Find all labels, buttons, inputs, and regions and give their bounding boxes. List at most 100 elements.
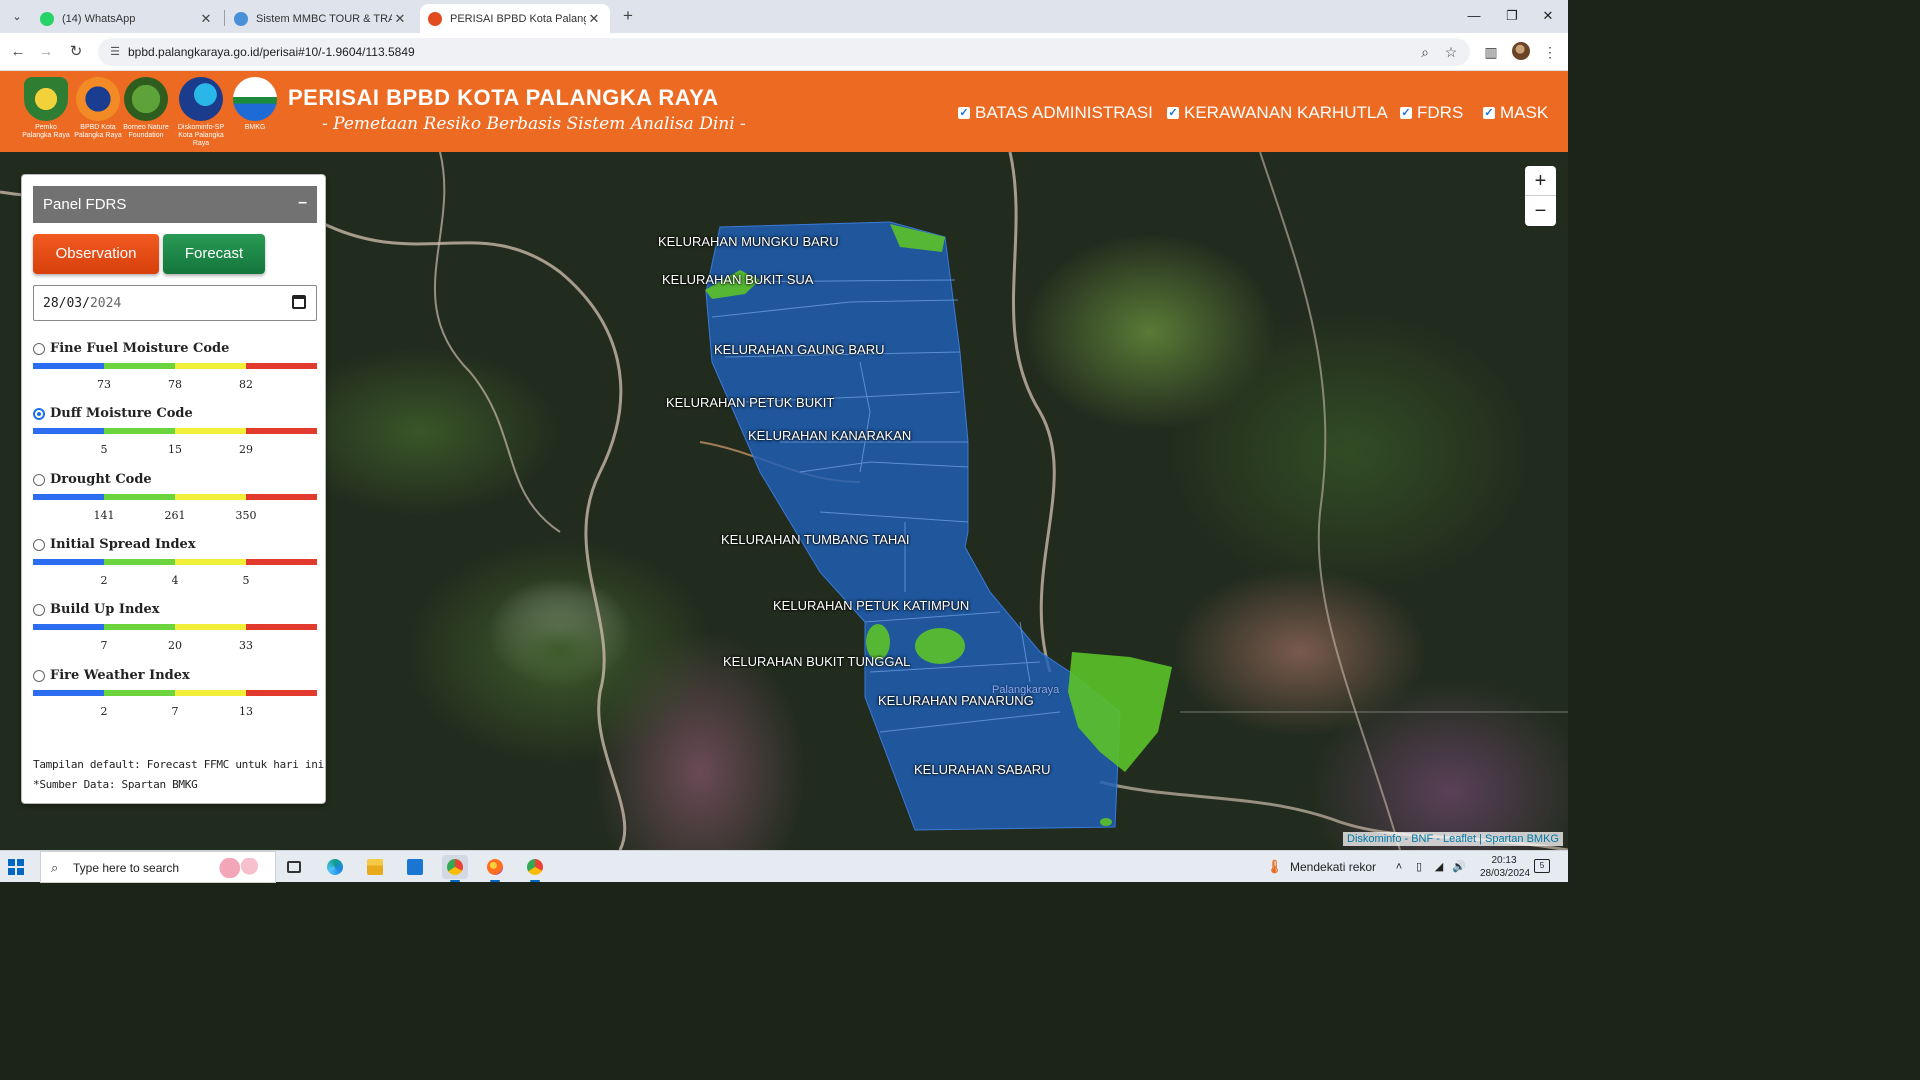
index-option[interactable]: Duff Moisture Code 5 15 29	[33, 406, 317, 464]
url-input[interactable]: ☰ bpbd.palangkaraya.go.id/perisai#10/-1.…	[98, 38, 1470, 66]
calendar-icon[interactable]	[292, 295, 306, 309]
restore-icon[interactable]: ❐	[1494, 6, 1530, 26]
threshold-value: 5	[242, 573, 250, 587]
search-placeholder: Type here to search	[73, 861, 180, 875]
radio-selected-icon[interactable]	[33, 408, 45, 421]
town-label: Palangkaraya	[992, 684, 1060, 696]
mail-icon[interactable]	[402, 855, 428, 879]
threshold-value: 5	[100, 443, 108, 457]
tab-whatsapp[interactable]: (14) WhatsApp ✕	[32, 4, 222, 33]
chrome-icon[interactable]	[442, 855, 468, 882]
scale-thresholds: 5 15 29	[33, 443, 317, 457]
attribution-link-bnf[interactable]: BNF	[1411, 833, 1433, 845]
index-option[interactable]: Initial Spread Index 2 4 5	[33, 537, 317, 595]
radio-icon[interactable]	[33, 473, 45, 486]
layer-toggle-batas-administrasi[interactable]: ✓ BATAS ADMINISTRASI	[958, 103, 1153, 123]
kelurahan-label: KELURAHAN SABARU	[914, 762, 1051, 777]
tab-mmbc[interactable]: Sistem MMBC TOUR & TRAVEL ✕	[226, 4, 416, 33]
river-line	[433, 152, 561, 533]
profile-avatar[interactable]	[1512, 42, 1530, 60]
checkbox-checked-icon[interactable]: ✓	[958, 107, 970, 119]
tab-title: (14) WhatsApp	[62, 12, 136, 25]
panel-header: Panel FDRS –	[33, 186, 317, 223]
radio-icon[interactable]	[33, 669, 45, 682]
index-option[interactable]: Fine Fuel Moisture Code 73 78 82	[33, 341, 317, 399]
back-arrow-icon[interactable]: ←	[8, 42, 28, 62]
minimize-icon[interactable]: —	[1456, 6, 1492, 26]
checkbox-checked-icon[interactable]: ✓	[1167, 107, 1179, 119]
address-bar-row: ← → ↻ ☰ bpbd.palangkaraya.go.id/perisai#…	[0, 33, 1568, 71]
threshold-value: 7	[100, 639, 108, 653]
tab-search-chevron-icon[interactable]: ⌄	[8, 8, 26, 26]
zoom-magnifier-icon[interactable]: ⌕	[1416, 43, 1434, 61]
index-name: Duff Moisture Code	[50, 406, 193, 422]
menu-dots-icon[interactable]: ⋮	[1540, 42, 1560, 62]
collapse-minus-icon[interactable]: –	[298, 194, 307, 212]
threshold-value: 29	[239, 443, 253, 457]
task-view-icon[interactable]	[282, 855, 308, 879]
date-value: 28/03/2024	[43, 296, 122, 311]
layer-toggle-kerawanan-karhutla[interactable]: ✓ KERAWANAN KARHUTLA	[1167, 103, 1388, 123]
threshold-value: 4	[171, 573, 179, 587]
date-input[interactable]: 28/03/2024	[33, 285, 317, 321]
file-explorer-icon[interactable]	[362, 855, 388, 879]
taskbar-search-input[interactable]: ⌕ Type here to search	[40, 851, 276, 883]
layer-toggle-mask[interactable]: ✓ MASK	[1483, 103, 1548, 123]
bookmark-star-icon[interactable]: ☆	[1442, 43, 1460, 61]
notification-icon[interactable]: 5	[1534, 859, 1550, 873]
administrative-region[interactable]	[705, 221, 1121, 831]
device-icon[interactable]: ▯	[1411, 859, 1427, 875]
edge-browser-icon[interactable]	[322, 855, 348, 879]
browser-tab-bar: ⌄ (14) WhatsApp ✕ Sistem MMBC TOUR & TRA…	[0, 0, 1568, 33]
index-option[interactable]: Build Up Index 7 20 33	[33, 602, 317, 660]
close-icon[interactable]: ✕	[586, 11, 602, 27]
radio-icon[interactable]	[33, 538, 45, 551]
attribution-link-leaflet[interactable]: Leaflet	[1443, 833, 1476, 845]
window-close-icon[interactable]: ✕	[1530, 6, 1566, 26]
chrome-profile-icon[interactable]	[522, 855, 548, 882]
windows-start-icon[interactable]	[8, 859, 24, 875]
threshold-value: 13	[239, 704, 253, 718]
chevron-up-icon[interactable]: ˄	[1391, 859, 1407, 875]
weather-widget[interactable]: 🌡 Mendekati rekor	[1266, 860, 1376, 875]
system-clock[interactable]: 20:13 28/03/2024	[1480, 854, 1530, 880]
layer-toggle-fdrs[interactable]: ✓ FDRS	[1400, 103, 1463, 123]
radio-icon[interactable]	[33, 343, 45, 355]
url-text: bpbd.palangkaraya.go.id/perisai#10/-1.96…	[128, 45, 415, 59]
radio-icon[interactable]	[33, 604, 45, 617]
fdrs-panel: Panel FDRS – Observation Forecast 28/03/…	[21, 174, 326, 804]
scale-segment	[175, 493, 246, 500]
observation-button[interactable]: Observation	[33, 234, 159, 274]
scale-segment	[104, 558, 175, 565]
zoom-out-button[interactable]: −	[1525, 196, 1556, 226]
index-option[interactable]: Drought Code 141 261 350	[33, 472, 317, 530]
forecast-button[interactable]: Forecast	[163, 234, 265, 274]
side-panel-icon[interactable]: ▥	[1481, 42, 1501, 62]
kelurahan-label: KELURAHAN BUKIT SUA	[662, 272, 814, 287]
checkbox-checked-icon[interactable]: ✓	[1400, 107, 1412, 119]
scale-segment	[175, 428, 246, 435]
scale-segment	[104, 493, 175, 500]
firefox-icon[interactable]	[482, 855, 508, 882]
scale-thresholds: 2 7 13	[33, 705, 317, 719]
color-scale-bar	[33, 428, 317, 435]
cherry-blossom-icon	[213, 858, 269, 878]
scale-segment	[104, 689, 175, 696]
logo-bmkg: BMKG	[231, 77, 279, 132]
zoom-in-button[interactable]: +	[1525, 166, 1556, 196]
threshold-value: 350	[235, 508, 257, 522]
tab-perisai[interactable]: PERISAI BPBD Kota Palangka Raya ✕	[420, 4, 610, 33]
new-tab-plus-icon[interactable]: +	[618, 6, 638, 26]
close-icon[interactable]: ✕	[392, 11, 408, 27]
speaker-icon[interactable]: 🔊	[1451, 859, 1467, 875]
checkbox-checked-icon[interactable]: ✓	[1483, 107, 1495, 119]
attribution-link-spartan[interactable]: Spartan BMKG	[1485, 833, 1559, 845]
forward-arrow-icon[interactable]: →	[36, 42, 56, 62]
scale-segment	[33, 558, 104, 565]
site-info-icon[interactable]: ☰	[108, 45, 122, 59]
reload-icon[interactable]: ↻	[66, 42, 86, 62]
index-option[interactable]: Fire Weather Index 2 7 13	[33, 668, 317, 726]
network-icon[interactable]: ◢	[1431, 859, 1447, 875]
close-icon[interactable]: ✕	[198, 11, 214, 27]
attribution-link-diskominfo[interactable]: Diskominfo	[1347, 833, 1401, 845]
